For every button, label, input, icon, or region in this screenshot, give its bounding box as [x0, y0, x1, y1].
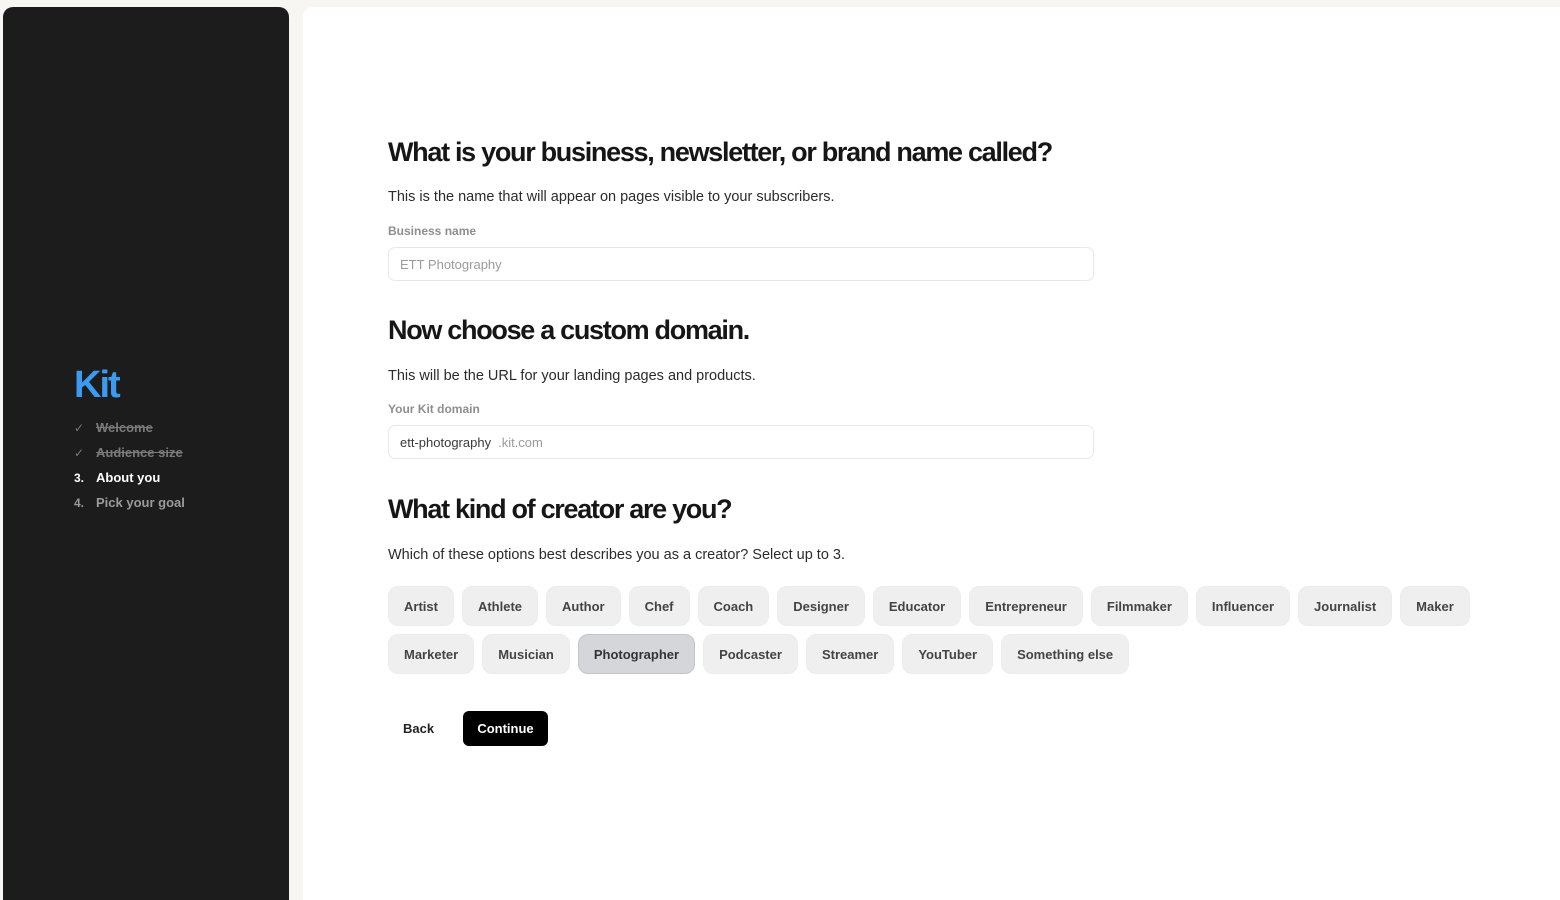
creator-chip-coach[interactable]: Coach: [697, 586, 770, 626]
business-heading: What is your business, newsletter, or br…: [388, 137, 1053, 167]
step-audience-size: ✓ Audience size: [74, 440, 185, 465]
creator-options-row-1: Artist Athlete Author Chef Coach Designe…: [388, 586, 1470, 626]
step-label: Audience size: [96, 445, 183, 460]
creator-chip-musician[interactable]: Musician: [482, 634, 570, 674]
domain-suffix: .kit.com: [498, 434, 543, 450]
creator-heading: What kind of creator are you?: [388, 494, 733, 524]
domain-heading: Now choose a custom domain.: [388, 315, 750, 345]
sidebar: Kit ✓ Welcome ✓ Audience size 3. About y…: [3, 7, 289, 900]
step-about-you: 3. About you: [74, 465, 185, 490]
svg-text:Kit: Kit: [74, 366, 121, 400]
continue-button[interactable]: Continue: [463, 711, 548, 746]
business-name-label: Business name: [388, 224, 477, 238]
creator-chip-streamer[interactable]: Streamer: [805, 634, 895, 674]
business-name-input[interactable]: [400, 256, 576, 272]
creator-chip-designer[interactable]: Designer: [777, 586, 865, 626]
creator-chip-marketer[interactable]: Marketer: [388, 634, 475, 674]
creator-description: Which of these options best describes yo…: [388, 547, 846, 563]
creator-chip-educator[interactable]: Educator: [872, 586, 962, 626]
kit-logo: Kit: [74, 364, 146, 406]
creator-options-row-2: Marketer Musician Photographer Podcaster…: [388, 634, 1130, 674]
back-button[interactable]: Back: [388, 711, 449, 746]
creator-chip-chef[interactable]: Chef: [628, 586, 690, 626]
creator-chip-entrepreneur[interactable]: Entrepreneur: [969, 586, 1083, 626]
creator-chip-author[interactable]: Author: [546, 586, 621, 626]
creator-chip-artist[interactable]: Artist: [388, 586, 454, 626]
domain-input[interactable]: ett-photography: [400, 435, 491, 450]
check-icon: ✓: [74, 445, 85, 460]
creator-chip-podcaster[interactable]: Podcaster: [703, 634, 798, 674]
step-label: Pick your goal: [96, 495, 185, 510]
step-label: Welcome: [96, 420, 153, 435]
business-description: This is the name that will appear on pag…: [388, 189, 835, 205]
creator-chip-influencer[interactable]: Influencer: [1195, 586, 1291, 626]
step-label: About you: [96, 470, 161, 485]
onboarding-steps: ✓ Welcome ✓ Audience size 3. About you 4…: [74, 415, 185, 515]
creator-chip-youtuber[interactable]: YouTuber: [902, 634, 994, 674]
step-welcome: ✓ Welcome: [74, 415, 185, 440]
creator-chip-journalist[interactable]: Journalist: [1298, 586, 1393, 626]
business-name-field[interactable]: [388, 247, 1094, 281]
creator-chip-filmmaker[interactable]: Filmmaker: [1090, 586, 1188, 626]
creator-chip-maker[interactable]: Maker: [1400, 586, 1470, 626]
check-icon: ✓: [74, 420, 85, 435]
creator-chip-athlete[interactable]: Athlete: [461, 586, 539, 626]
domain-description: This will be the URL for your landing pa…: [388, 368, 756, 384]
step-number: 3.: [74, 470, 85, 485]
creator-chip-something-else[interactable]: Something else: [1001, 634, 1130, 674]
step-number: 4.: [74, 495, 85, 510]
step-pick-your-goal: 4. Pick your goal: [74, 490, 185, 515]
creator-chip-photographer[interactable]: Photographer: [577, 634, 696, 674]
domain-field[interactable]: ett-photography .kit.com: [388, 425, 1094, 459]
kit-logo-icon: Kit: [74, 364, 123, 406]
domain-label: Your Kit domain: [388, 402, 480, 416]
main-panel: What is your business, newsletter, or br…: [303, 7, 1560, 900]
